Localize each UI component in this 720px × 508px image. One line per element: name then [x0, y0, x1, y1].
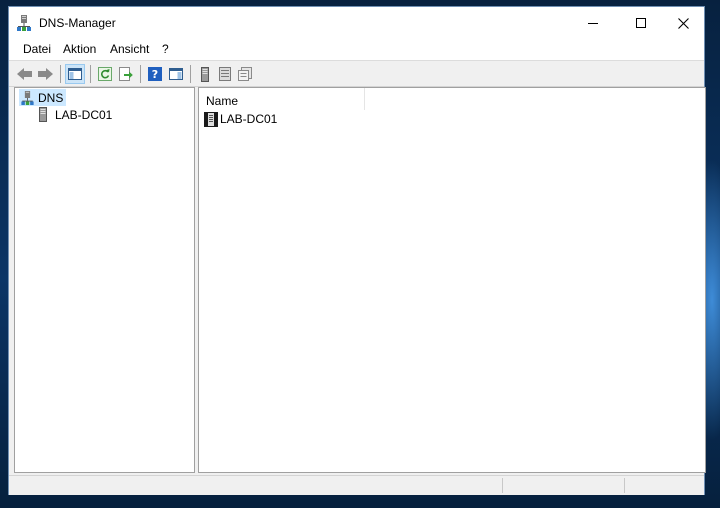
- export-list-icon: [119, 67, 133, 81]
- tree-item-dns[interactable]: DNS: [19, 89, 67, 106]
- title-bar[interactable]: DNS-Manager: [9, 7, 704, 39]
- help-icon: ?: [148, 67, 162, 81]
- status-bar-section: [502, 478, 623, 493]
- list-icon: [219, 67, 231, 81]
- toolbar-separator: [90, 65, 91, 83]
- server-icon: [39, 107, 47, 122]
- menu-bar: Datei Aktion Ansicht ?: [9, 39, 704, 61]
- help-button[interactable]: ?: [145, 64, 165, 84]
- dns-manager-window: DNS-Manager Datei Aktion Ansicht ? ? DNS…: [8, 6, 706, 495]
- show-hide-console-tree-icon: [68, 68, 82, 80]
- result-list-pane: Name LAB-DC01: [198, 87, 706, 473]
- refresh-button[interactable]: [95, 64, 115, 84]
- forward-button[interactable]: [35, 64, 55, 84]
- tree-item-lab-dc01[interactable]: LAB-DC01: [39, 106, 112, 123]
- minimize-icon: [588, 23, 598, 24]
- toolbar-separator: [60, 65, 61, 83]
- back-button[interactable]: [15, 64, 35, 84]
- tree-item-dns-label: DNS: [38, 90, 64, 105]
- svg-text:?: ?: [152, 68, 158, 81]
- tree-item-lab-dc01-label: LAB-DC01: [55, 107, 113, 122]
- list-item-lab-dc01[interactable]: LAB-DC01: [204, 111, 277, 127]
- menu-datei[interactable]: Datei: [23, 42, 51, 56]
- dns-manager-icon: [17, 15, 31, 31]
- menu-help[interactable]: ?: [162, 42, 169, 56]
- menu-aktion[interactable]: Aktion: [63, 42, 96, 56]
- forward-icon: [38, 68, 53, 80]
- back-icon: [17, 68, 32, 80]
- properties-button[interactable]: [235, 64, 255, 84]
- refresh-icon: [98, 67, 112, 81]
- show-hide-action-pane-icon: [169, 68, 183, 80]
- show-hide-action-pane-button[interactable]: [166, 64, 186, 84]
- dns-icon: [21, 90, 34, 105]
- close-button[interactable]: [660, 7, 706, 39]
- server-button[interactable]: [195, 64, 215, 84]
- export-list-button[interactable]: [116, 64, 136, 84]
- server-icon: [204, 111, 218, 127]
- toolbar: ?: [9, 61, 704, 87]
- status-bar: [9, 475, 704, 495]
- toolbar-separator: [140, 65, 141, 83]
- maximize-button[interactable]: [618, 7, 664, 39]
- minimize-button[interactable]: [570, 7, 616, 39]
- maximize-icon: [636, 18, 646, 28]
- show-hide-console-tree-button[interactable]: [65, 64, 85, 84]
- window-title: DNS-Manager: [39, 16, 116, 30]
- console-tree-pane: DNS LAB-DC01: [14, 87, 195, 473]
- toolbar-separator: [190, 65, 191, 83]
- properties-icon: [238, 67, 252, 81]
- menu-ansicht[interactable]: Ansicht: [110, 42, 149, 56]
- list-button[interactable]: [215, 64, 235, 84]
- close-icon: [677, 17, 689, 29]
- list-item-lab-dc01-label: LAB-DC01: [220, 112, 278, 126]
- status-bar-section: [624, 478, 705, 493]
- server-icon: [201, 66, 209, 82]
- column-header-name[interactable]: Name: [199, 88, 365, 110]
